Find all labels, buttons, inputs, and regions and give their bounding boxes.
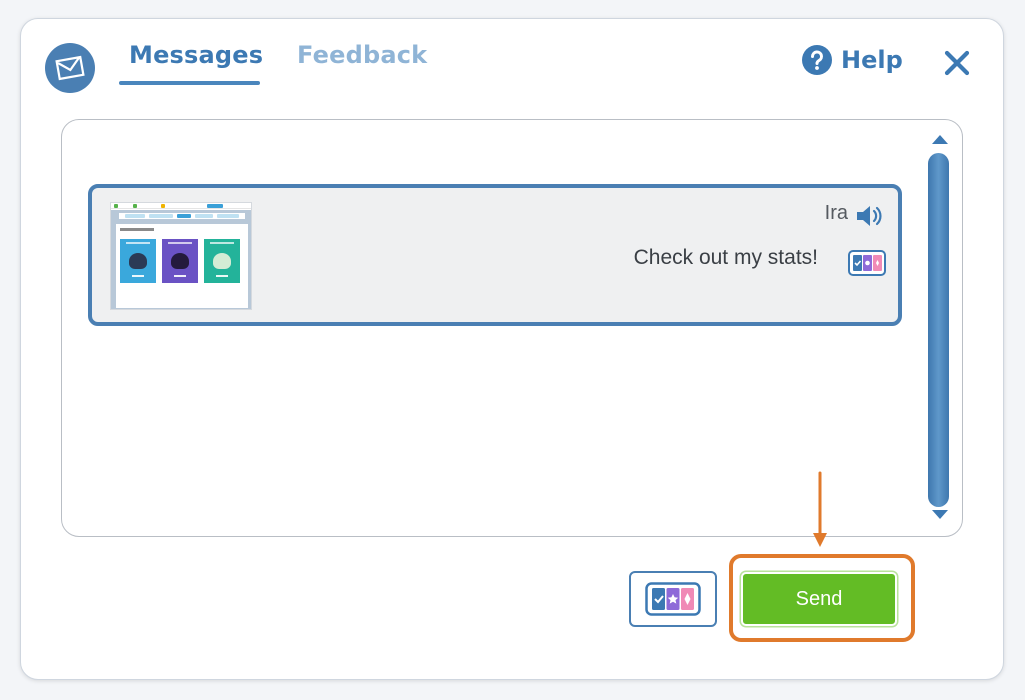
messages-dialog: Messages Feedback Help Ira Check out my … (20, 18, 1004, 680)
scrollbar-thumb[interactable] (928, 153, 949, 507)
question-circle-icon (802, 45, 832, 75)
help-button[interactable]: Help (801, 43, 903, 77)
message-text: Check out my stats! (633, 246, 818, 269)
close-icon (944, 50, 970, 76)
speaker-icon[interactable] (854, 202, 884, 230)
close-button[interactable] (939, 45, 975, 81)
reward-cards-icon (645, 582, 701, 616)
scroll-up-arrow-icon[interactable] (930, 132, 950, 146)
scroll-down-arrow-icon[interactable] (930, 508, 950, 522)
cards-button[interactable] (629, 571, 717, 627)
active-tab-underline (119, 81, 260, 85)
envelope-logo-icon (45, 43, 95, 93)
tab-feedback[interactable]: Feedback (297, 41, 427, 69)
send-button[interactable]: Send (741, 572, 897, 626)
help-label: Help (841, 46, 903, 74)
message-sender: Ira (824, 202, 848, 224)
tab-messages[interactable]: Messages (129, 41, 263, 69)
pointer-arrow-icon (813, 471, 827, 547)
message-item[interactable]: Ira Check out my stats! (88, 184, 902, 326)
reward-cards-icon (848, 250, 886, 276)
attachment-thumbnail[interactable] (110, 202, 252, 310)
